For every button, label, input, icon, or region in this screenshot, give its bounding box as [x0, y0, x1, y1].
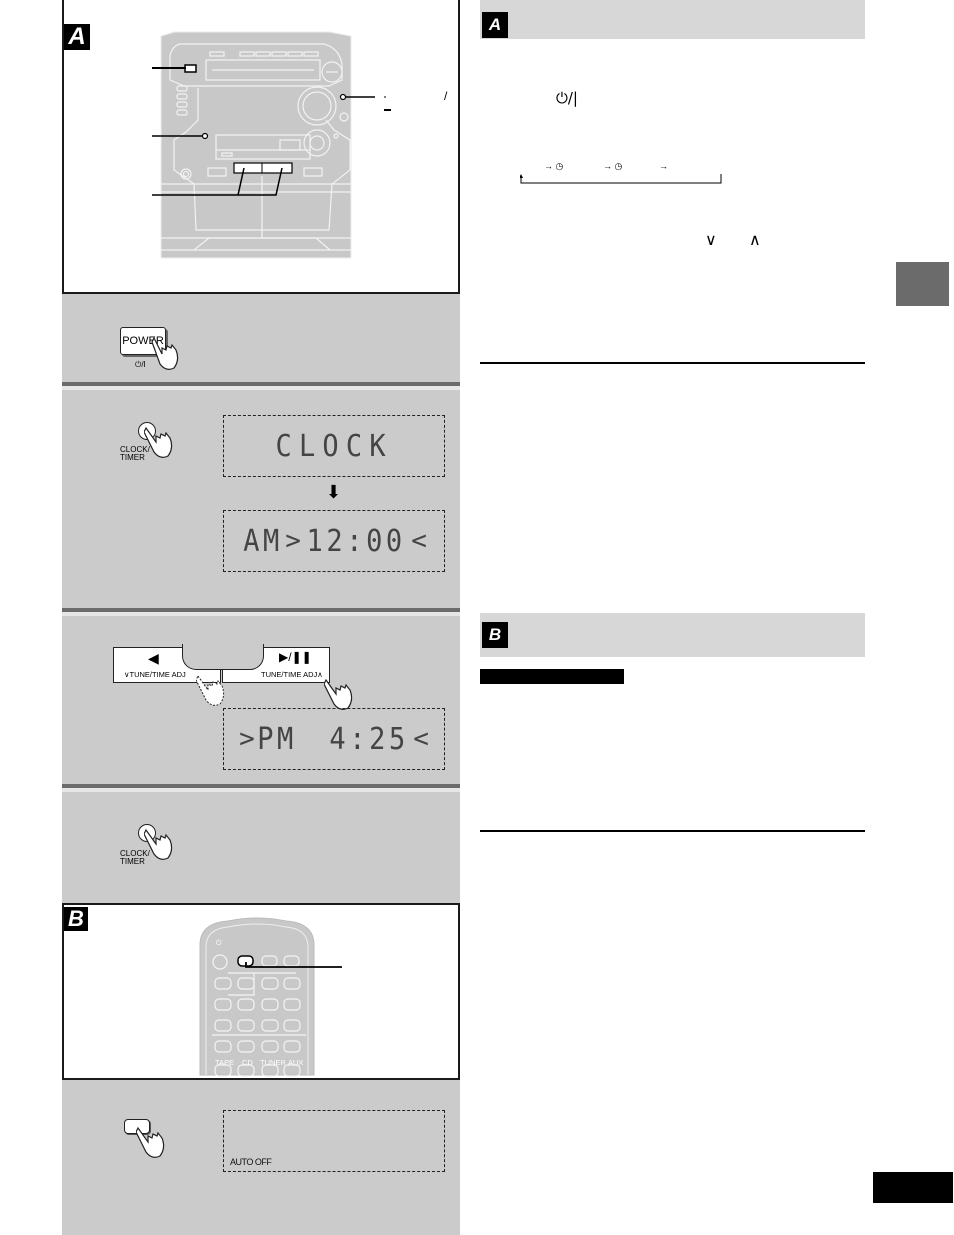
- down-arrow-icon: ⬇: [326, 482, 342, 502]
- rewind-icon: ◀: [148, 650, 159, 666]
- display-prefix: AM: [243, 523, 284, 559]
- page-number-tab: [873, 1172, 953, 1203]
- remote-label-cd: CD: [242, 1058, 253, 1067]
- panel-b-remote-illustration: B ⏻ TAPE CD TUNER AUX: [62, 903, 460, 1080]
- callout-slash-mark: /: [444, 89, 448, 103]
- step-3-adjust-time: ◀ ∨TUNE/TIME ADJ ▶/❚❚ TUNE/TIME ADJ∧ > P…: [62, 616, 460, 786]
- section-b-badge: B: [64, 906, 88, 931]
- blink-indicator-left: >: [239, 724, 255, 754]
- chapter-side-tab: [896, 262, 949, 306]
- cycle-step-1: → ◷: [544, 161, 564, 171]
- display-text: CLOCK: [275, 428, 393, 464]
- section-b-header: B: [480, 613, 865, 657]
- cycle-step-2: → ◷: [603, 161, 623, 171]
- pressing-hand-dashed-icon: [196, 675, 225, 706]
- power-standby-symbol: ⏻/|: [556, 89, 578, 107]
- clock-timer-label-line2: TIMER: [120, 857, 145, 866]
- pressing-hand-icon: [144, 426, 173, 458]
- display-cycle-diagram: → ◷ → ◷ →: [520, 159, 722, 185]
- pressing-hand-icon: [324, 678, 353, 710]
- blink-indicator-left: >: [285, 526, 301, 556]
- section-rule: [480, 830, 865, 832]
- panel-a-stereo-illustration: A /: [62, 0, 460, 294]
- subheading-bar: [480, 669, 624, 684]
- step-divider: [62, 608, 460, 616]
- display-pm-425: > PM 4:25 <: [223, 708, 445, 770]
- cycle-return-line: [520, 174, 722, 184]
- remote-power-symbol: ⏻: [216, 940, 222, 947]
- step-divider: [62, 382, 460, 390]
- remote-label-tuner: TUNER: [260, 1058, 286, 1067]
- remote-label-aux: AUX: [288, 1058, 304, 1067]
- step-1-power: POWER ⏻/I: [62, 294, 460, 382]
- step-divider: [62, 784, 460, 792]
- remote-label-tape: TAPE: [215, 1058, 235, 1067]
- display-clock: CLOCK: [223, 415, 445, 477]
- step-5-sleep: AUTO OFF: [62, 1080, 460, 1235]
- step-4-confirm: CLOCK/ TIMER: [62, 792, 460, 903]
- instruction-illustrations: A / POWER ⏻/I CLOCK/ TIMER CLOCK ⬇ AM > …: [62, 0, 460, 1235]
- tune-up-label: TUNE/TIME ADJ∧: [261, 670, 323, 679]
- display-time: 12:00: [306, 523, 406, 559]
- adjust-down-symbol: ∨: [705, 230, 717, 249]
- play-pause-icon: ▶/❚❚: [279, 650, 312, 664]
- power-symbol-label: ⏻/I: [135, 360, 146, 369]
- display-time: 4:25: [329, 721, 409, 757]
- display-prefix: PM: [257, 721, 297, 757]
- clock-timer-label-line2: TIMER: [120, 453, 145, 462]
- pressing-hand-icon: [151, 336, 179, 370]
- blink-indicator-right: <: [411, 526, 427, 556]
- pressing-hand-icon: [136, 1126, 165, 1158]
- section-a-header: A: [480, 0, 865, 39]
- auto-off-indicator: AUTO OFF: [230, 1157, 272, 1167]
- tune-down-label: ∨TUNE/TIME ADJ: [124, 670, 186, 679]
- blink-indicator-right: <: [413, 724, 429, 754]
- adjust-up-symbol: ∧: [749, 230, 761, 249]
- display-auto-off: AUTO OFF: [223, 1110, 445, 1172]
- display-am-1200: AM > 12:00 <: [223, 510, 445, 572]
- button-notch: [182, 644, 264, 670]
- remote-control-drawing: [199, 917, 342, 1077]
- section-rule: [480, 362, 865, 364]
- cycle-step-3: →: [659, 161, 668, 171]
- section-b-badge: B: [482, 622, 508, 648]
- stereo-unit-drawing: [152, 31, 391, 259]
- step-2-clock-timer: CLOCK/ TIMER CLOCK ⬇ AM > 12:00 <: [62, 390, 460, 608]
- section-a-badge: A: [482, 12, 508, 38]
